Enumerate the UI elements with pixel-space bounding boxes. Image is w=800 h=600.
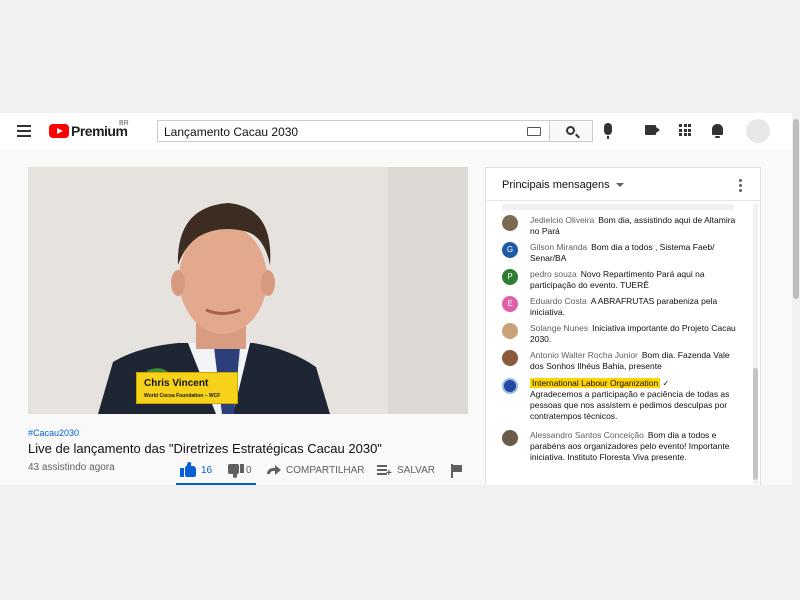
microphone-icon[interactable] <box>604 123 612 139</box>
chat-scroll-fade <box>502 204 734 210</box>
apps-grid-icon[interactable] <box>679 124 691 136</box>
chat-message: Alessandro Santos Conceição Bom dia a tod… <box>486 430 752 463</box>
search-icon <box>566 126 575 135</box>
like-icon[interactable] <box>180 461 198 478</box>
chat-avatar[interactable]: G <box>502 242 518 258</box>
chevron-down-icon[interactable] <box>616 183 624 187</box>
report-flag-icon[interactable] <box>451 464 463 478</box>
chat-avatar[interactable] <box>502 215 518 231</box>
chat-author[interactable]: pedro souza <box>530 269 577 279</box>
more-options-icon[interactable] <box>739 179 742 194</box>
speaker-name: Chris Vincent <box>144 378 209 389</box>
chat-text: Agradecemos a participação e paciência d… <box>530 389 730 421</box>
save-playlist-icon[interactable]: + <box>377 465 392 479</box>
page-scrollbar-thumb[interactable] <box>793 119 799 299</box>
chat-avatar[interactable] <box>502 430 518 446</box>
chat-avatar[interactable] <box>502 378 518 394</box>
viewer-count: 43 assistindo agora <box>28 462 115 473</box>
hashtag-link[interactable]: #Cacau2030 <box>28 428 79 438</box>
search-button[interactable] <box>549 120 593 142</box>
region-code: BR <box>119 120 129 127</box>
chat-message: G Gilson Miranda Bom dia a todos , Sistem… <box>486 242 752 264</box>
page-scrollbar[interactable] <box>792 113 800 485</box>
chat-avatar[interactable]: E <box>502 296 518 312</box>
chat-avatar[interactable] <box>502 323 518 339</box>
lower-third-banner: Chris Vincent World Cocoa Foundation – W… <box>136 372 238 404</box>
speaker-organization: World Cocoa Foundation – WCF <box>144 393 221 399</box>
keyboard-icon[interactable] <box>527 127 541 136</box>
account-avatar[interactable] <box>746 119 770 143</box>
chat-scrollbar[interactable] <box>753 204 758 484</box>
chat-avatar[interactable]: P <box>502 269 518 285</box>
youtube-premium-logo[interactable]: Premium BR <box>49 120 129 140</box>
video-title: Live de lançamento das "Diretrizes Estra… <box>28 441 382 456</box>
like-count[interactable]: 16 <box>201 465 212 476</box>
chat-mode-dropdown[interactable]: Principais mensagens <box>502 179 610 191</box>
chat-author[interactable]: Alessandro Santos Conceição <box>530 430 644 440</box>
chat-message: E Eduardo Costa A ABRAFRUTAS parabeniza p… <box>486 296 752 318</box>
share-icon[interactable] <box>267 465 281 477</box>
chat-author[interactable]: Eduardo Costa <box>530 296 587 306</box>
chat-message: Antonio Walter Rocha Junior Bom dia. Faze… <box>486 350 752 372</box>
chat-author[interactable]: Antonio Walter Rocha Junior <box>530 350 638 360</box>
search-input[interactable]: Lançamento Cacau 2030 <box>157 120 549 142</box>
dislike-count[interactable]: 0 <box>246 465 252 476</box>
chat-author[interactable]: Jedielcio Oliveira <box>530 215 594 225</box>
chat-author[interactable]: Solange Nunes <box>530 323 588 333</box>
dislike-icon[interactable] <box>228 464 244 478</box>
video-frame-image <box>28 167 468 414</box>
video-player[interactable]: Chris Vincent World Cocoa Foundation – W… <box>28 167 468 414</box>
chat-message: Jedielcio Oliveira Bom dia, assistindo aq… <box>486 215 752 237</box>
chat-message-owner: International Labour Organization ✓ Agra… <box>486 378 752 422</box>
chat-author-owner[interactable]: International Labour Organization <box>530 378 661 388</box>
live-chat-panel: Principais mensagens Jedielcio Oliveira B… <box>485 167 761 485</box>
youtube-play-icon <box>49 124 69 138</box>
chat-header: Principais mensagens <box>486 168 760 201</box>
chat-avatar[interactable] <box>502 350 518 366</box>
chat-author[interactable]: Gilson Miranda <box>530 242 587 252</box>
chat-scrollbar-thumb[interactable] <box>753 368 758 480</box>
page-background <box>0 485 800 600</box>
masthead: Premium BR Lançamento Cacau 2030 <box>0 113 792 149</box>
share-button[interactable]: COMPARTILHAR <box>286 465 365 476</box>
create-video-icon[interactable] <box>645 125 660 135</box>
menu-icon[interactable] <box>17 125 31 137</box>
chat-message: Solange Nunes Iniciativa importante do Pr… <box>486 323 752 345</box>
save-button[interactable]: SALVAR <box>397 465 435 476</box>
verified-check-icon: ✓ <box>662 379 670 388</box>
like-ratio-bar <box>176 483 256 485</box>
notifications-bell-icon[interactable] <box>712 124 723 138</box>
chat-message: P pedro souza Novo Repartimento Pará aqui… <box>486 269 752 291</box>
search-query: Lançamento Cacau 2030 <box>164 125 299 139</box>
